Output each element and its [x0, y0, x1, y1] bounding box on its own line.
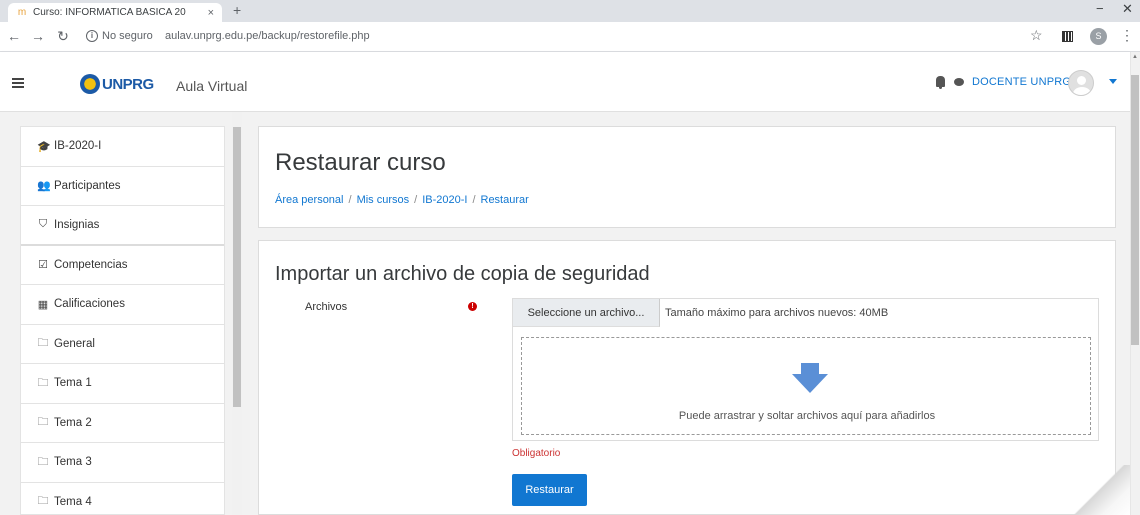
download-arrow-icon [792, 363, 828, 393]
user-menu-caret-icon[interactable] [1109, 79, 1117, 84]
breadcrumb: Área personal / Mis cursos / IB-2020-I /… [275, 194, 529, 206]
folder-icon: 🗀 [37, 495, 49, 508]
new-tab-button[interactable]: + [233, 2, 241, 18]
page-curl-decoration [1070, 465, 1130, 515]
checkbox-icon: ☑ [38, 259, 48, 272]
sidebar-item-general[interactable]: 🗀 General [21, 325, 224, 364]
site-logo[interactable]: UNPRG [80, 74, 154, 94]
section-title: Importar un archivo de copia de segurida… [275, 263, 650, 285]
sidebar-item-label: Calificaciones [54, 298, 125, 311]
sidebar-item-label: Tema 2 [54, 416, 92, 429]
reload-icon[interactable]: ↻ [55, 28, 71, 45]
restore-form-card: Importar un archivo de copia de segurida… [258, 240, 1116, 515]
page-title: Restaurar curso [275, 149, 446, 176]
breadcrumb-separator: / [414, 194, 418, 206]
unprg-emblem-icon [80, 74, 100, 94]
folder-icon: 🗀 [37, 337, 49, 350]
site-name[interactable]: Aula Virtual [176, 78, 247, 94]
tab-title: Curso: INFORMATICA BASICA 20 [33, 7, 186, 18]
sidebar-item-label: Tema 1 [54, 377, 92, 390]
breadcrumb-course[interactable]: IB-2020-I [422, 194, 467, 206]
sidebar-item-participants[interactable]: 👥 Participantes [21, 167, 224, 206]
sidebar-item-tema-4[interactable]: 🗀 Tema 4 [21, 483, 224, 515]
sidebar-item-tema-2[interactable]: 🗀 Tema 2 [21, 404, 224, 443]
hamburger-menu-icon[interactable] [12, 78, 24, 88]
sidebar-item-competencies[interactable]: ☑ Competencias [21, 246, 224, 285]
sidebar-scrollbar-thumb[interactable] [233, 127, 241, 407]
breadcrumb-restore[interactable]: Restaurar [481, 194, 529, 206]
minimize-icon[interactable]: − [1096, 1, 1104, 16]
breadcrumb-separator: / [472, 194, 476, 206]
folder-icon: 🗀 [37, 416, 49, 429]
users-icon: 👥 [37, 180, 51, 193]
browser-window: m Curso: INFORMATICA BASICA 20 × + − ✕ ←… [0, 0, 1140, 515]
sidebar-item-tema-1[interactable]: 🗀 Tema 1 [21, 364, 224, 404]
sidebar-item-label: Competencias [54, 258, 128, 271]
graduation-cap-icon: 🎓 [37, 140, 51, 153]
tab-strip: m Curso: INFORMATICA BASICA 20 × + − ✕ [0, 0, 1140, 22]
browser-menu-icon[interactable]: ⋮ [1120, 27, 1134, 44]
sidebar-item-label: General [54, 337, 95, 350]
folder-icon: 🗀 [37, 376, 49, 389]
profile-avatar[interactable]: S [1090, 28, 1107, 45]
address-bar[interactable]: aulav.unprg.edu.pe/backup/restorefile.ph… [165, 30, 370, 42]
browser-tab[interactable]: m Curso: INFORMATICA BASICA 20 × [8, 3, 222, 22]
max-file-size: Tamaño máximo para archivos nuevos: 40MB [665, 307, 889, 319]
qr-code-icon[interactable] [1062, 31, 1073, 42]
breadcrumb-separator: / [348, 194, 352, 206]
sidebar-item-label: Tema 3 [54, 456, 92, 469]
page-scrollbar-thumb[interactable] [1131, 75, 1139, 345]
tab-close-icon[interactable]: × [208, 7, 214, 19]
folder-icon: 🗀 [37, 455, 49, 468]
file-dropzone[interactable]: Puede arrastrar y soltar archivos aquí p… [521, 337, 1091, 435]
course-sidebar: 🎓 IB-2020-I 👥 Participantes ⛉ Insignias … [20, 126, 225, 515]
required-note: Obligatorio [512, 448, 561, 459]
messages-icon[interactable] [954, 78, 964, 86]
close-window-icon[interactable]: ✕ [1122, 1, 1133, 17]
file-picker: Seleccione un archivo... Tamaño máximo p… [512, 298, 1099, 441]
sidebar-item-badges[interactable]: ⛉ Insignias [21, 206, 224, 246]
sidebar-item-label: Tema 4 [54, 495, 92, 508]
security-label[interactable]: No seguro [102, 30, 153, 42]
back-icon[interactable]: ← [6, 28, 22, 44]
breadcrumb-home[interactable]: Área personal [275, 194, 344, 206]
browser-toolbar: ← → ↻ i No seguro aulav.unprg.edu.pe/bac… [0, 22, 1140, 52]
sidebar-item-label: IB-2020-I [54, 140, 102, 153]
sidebar-item-label: Participantes [54, 179, 121, 192]
page-header: Restaurar curso Área personal / Mis curs… [258, 126, 1116, 228]
sidebar-item-tema-3[interactable]: 🗀 Tema 3 [21, 443, 224, 483]
breadcrumb-my-courses[interactable]: Mis cursos [357, 194, 410, 206]
scroll-up-icon[interactable]: ▲ [1132, 54, 1138, 60]
sidebar-item-label: Insignias [54, 218, 100, 231]
site-info-icon[interactable]: i [86, 30, 98, 42]
user-menu-name[interactable]: DOCENTE UNPRG [972, 76, 1071, 88]
sidebar-item-course[interactable]: 🎓 IB-2020-I [21, 127, 224, 167]
forward-icon[interactable]: → [30, 28, 46, 44]
select-file-button[interactable]: Seleccione un archivo... [513, 299, 660, 327]
table-icon: ▦ [37, 298, 49, 311]
restore-button[interactable]: Restaurar [512, 474, 587, 506]
files-label: Archivos [305, 301, 348, 313]
moodle-favicon-icon: m [17, 6, 27, 18]
shield-icon: ⛉ [38, 218, 48, 231]
bookmark-star-icon[interactable]: ☆ [1030, 27, 1043, 44]
sidebar-item-grades[interactable]: ▦ Calificaciones [21, 285, 224, 325]
site-navbar: UNPRG Aula Virtual DOCENTE UNPRG [0, 52, 1130, 112]
logo-text: UNPRG [102, 75, 154, 93]
required-exclamation-icon: ! [468, 302, 477, 311]
notification-bell-icon[interactable] [936, 76, 945, 89]
dropzone-text: Puede arrastrar y soltar archivos aquí p… [678, 410, 936, 422]
user-avatar[interactable] [1068, 70, 1094, 96]
